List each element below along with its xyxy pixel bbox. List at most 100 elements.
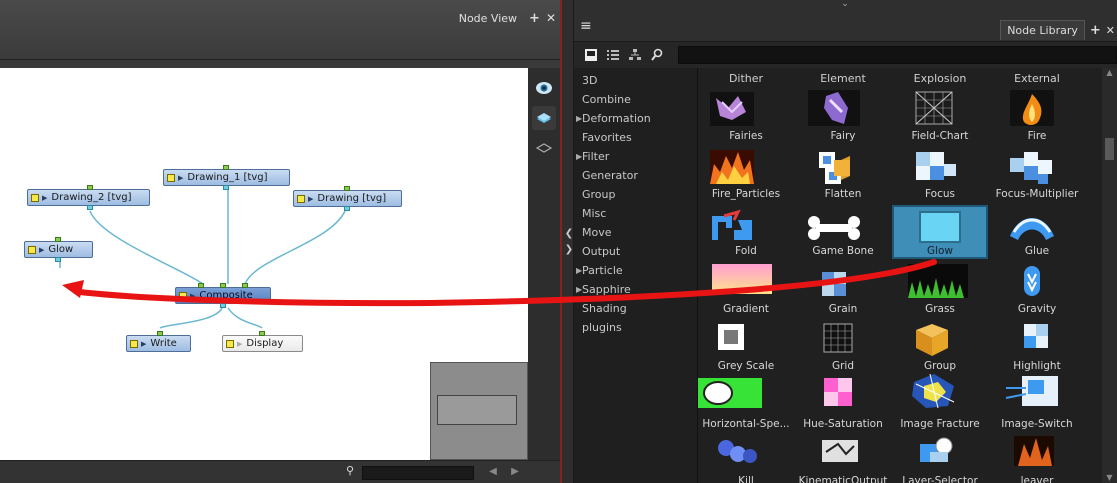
tile-fairies[interactable]: Fairies [698,92,794,148]
category-misc[interactable]: Misc [582,205,606,223]
collapse-top-icon[interactable]: ⌄ [832,0,858,10]
panel-splitter[interactable]: ❮ ❯ [560,0,574,483]
scrollbar-thumb[interactable] [1105,138,1114,160]
tile-fairy[interactable]: Fairy [795,92,891,148]
navigator-viewport[interactable] [437,395,517,425]
tile-highlight[interactable]: Highlight [989,322,1085,378]
node-write[interactable]: ▶ Write [126,331,191,352]
node-search-input[interactable] [362,466,474,480]
tile-image-switch[interactable]: Image-Switch [989,380,1085,436]
tile-grid[interactable]: Grid [795,322,891,378]
expand-arrow-icon[interactable]: ▶ [576,262,582,280]
tile-field-chart[interactable]: Field-Chart [892,92,988,148]
tile-game-bone[interactable]: Game Bone [795,207,891,263]
collapse-right-icon[interactable]: ❯ [564,243,574,257]
input-port[interactable] [220,283,226,288]
layer-outline-icon[interactable] [532,136,556,160]
thumbnail-view-icon[interactable] [584,48,598,62]
input-port[interactable] [157,331,163,336]
node-drawing-2[interactable]: ▶ Drawing_2 [tvg] [27,185,150,210]
output-port[interactable] [55,257,61,262]
category-shading[interactable]: Shading [582,300,627,318]
tile-glue[interactable]: Glue [989,207,1085,263]
add-tab-icon[interactable]: + [1090,23,1101,38]
prev-arrow-icon[interactable]: ◀ [486,465,500,479]
category-plugins[interactable]: plugins [582,319,622,337]
node-view-tab[interactable]: Node View + ✕ [453,8,556,28]
navigator-thumbnail[interactable] [430,362,528,460]
tile-glow[interactable]: Glow [892,205,988,263]
tile-grey-scale[interactable]: Grey Scale [698,322,794,378]
node-drawing[interactable]: ▶ Drawing [tvg] [293,186,402,211]
output-port[interactable] [344,206,350,211]
tile-flatten[interactable]: Flatten [795,150,891,206]
tile-focus[interactable]: Focus [892,150,988,206]
node-color-swatch [226,339,234,348]
tile-gravity[interactable]: Gravity [989,265,1085,321]
expand-arrow-icon[interactable]: ▶ [576,110,582,128]
tile-fire-particles[interactable]: Fire_Particles [698,150,794,206]
node-drawing-1[interactable]: ▶ Drawing_1 [tvg] [163,165,290,190]
output-port[interactable] [223,185,229,190]
list-view-icon[interactable] [606,48,620,62]
hamburger-menu-icon[interactable]: ≡ [580,18,592,34]
node-glow[interactable]: ▶ Glow [24,237,93,262]
input-port[interactable] [344,186,350,191]
tile-kinematicoutput[interactable]: KinematicOutput [795,437,891,483]
expand-arrow-icon[interactable]: ▶ [576,281,582,299]
tile-label: Focus-Multiplier [995,187,1079,200]
tile-gradient[interactable]: Gradient [698,265,794,321]
category-sapphire[interactable]: ▶ Sapphire [576,281,631,299]
close-icon[interactable]: ✕ [1106,24,1115,37]
library-scrollbar[interactable]: ▲ ▼ [1102,68,1117,483]
library-search-input[interactable] [678,46,1117,64]
layer-icon[interactable] [532,106,556,130]
node-canvas[interactable]: ▶ Drawing_1 [tvg] ▶ Drawing_2 [tvg] ▶ Dr… [0,68,528,460]
category-3d[interactable]: 3D [582,72,597,90]
tile-grass[interactable]: Grass [892,265,988,321]
add-tab-icon[interactable]: + [529,11,540,26]
node-display[interactable]: ▶ Display [222,331,303,352]
tile-hue-saturation[interactable]: Hue-Saturation [795,380,891,436]
scroll-up-icon[interactable]: ▲ [1102,68,1117,78]
node-library-tab[interactable]: Node Library + ✕ [1000,20,1115,40]
input-port[interactable] [242,283,248,288]
input-port[interactable] [87,185,93,190]
next-arrow-icon[interactable]: ▶ [508,465,522,479]
node-composite[interactable]: ▶ Composite [175,283,271,308]
eye-icon[interactable] [532,76,556,100]
category-deformation[interactable]: ▶ Deformation [576,110,651,128]
category-group[interactable]: Group [582,186,616,204]
category-generator[interactable]: Generator [582,167,638,185]
tile-fire[interactable]: Fire [989,92,1085,148]
tile-grain[interactable]: Grain [795,265,891,321]
output-port[interactable] [87,205,93,210]
input-port[interactable] [198,283,204,288]
category-output[interactable]: Output [582,243,620,261]
tile-label: Image Fracture [900,417,980,430]
close-icon[interactable]: ✕ [546,11,556,25]
tile-focus-multiplier[interactable]: Focus-Multiplier [989,150,1085,206]
category-favorites[interactable]: Favorites [582,129,632,147]
expand-arrow-icon[interactable]: ▶ [576,148,582,166]
input-port[interactable] [259,331,265,336]
tile-layer-selector[interactable]: Layer-Selector [892,437,988,483]
tile-group[interactable]: Group [892,322,988,378]
tree-view-icon[interactable] [628,48,642,62]
category-move[interactable]: Move [582,224,612,242]
collapse-left-icon[interactable]: ❮ [564,227,574,241]
category-filter[interactable]: ▶ Filter [576,148,609,166]
tile-image-fracture[interactable]: Image Fracture [892,380,988,436]
tile-kill[interactable]: Kill [698,437,794,483]
tile-horizontal-spe[interactable]: Horizontal-Spe... [698,380,794,436]
input-port[interactable] [223,165,229,170]
node-color-swatch [28,245,36,254]
category-particle[interactable]: ▶ Particle [576,262,623,280]
input-port[interactable] [55,237,61,242]
output-port[interactable] [220,303,226,308]
category-combine[interactable]: Combine [582,91,631,109]
tile-fold[interactable]: Fold [698,207,794,263]
tile-leaver[interactable]: leaver [989,437,1085,483]
play-icon: ▶ [237,339,243,348]
scroll-down-icon[interactable]: ▼ [1102,473,1117,483]
